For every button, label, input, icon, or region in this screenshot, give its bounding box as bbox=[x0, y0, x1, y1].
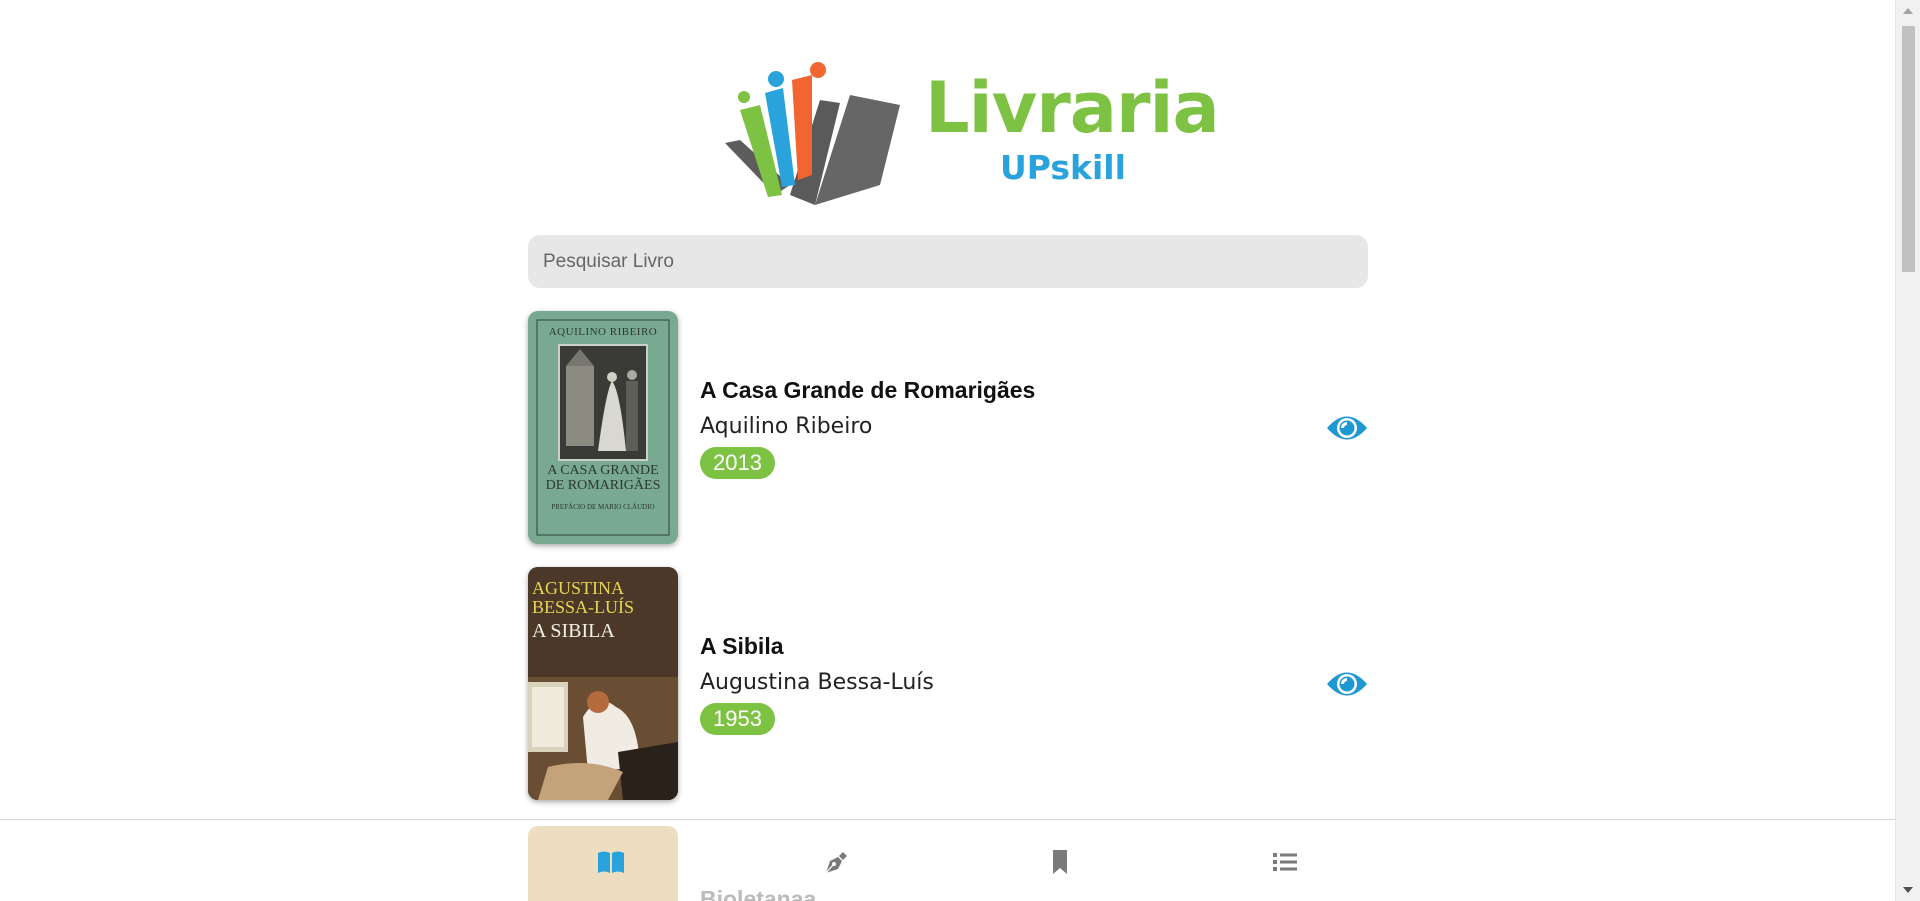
view-details-button[interactable] bbox=[1326, 411, 1368, 445]
nav-books[interactable] bbox=[596, 847, 626, 877]
scroll-up-arrow-icon[interactable] bbox=[1903, 8, 1913, 14]
cover-title-text: A SIBILA bbox=[532, 620, 615, 642]
main-viewport: Livraria UPskill AQUILINO RIBEIRO bbox=[0, 0, 1895, 901]
brand-subtitle: UPskill bbox=[1000, 148, 1126, 187]
logo-people-book-icon bbox=[725, 62, 900, 205]
book-cover-image[interactable]: AQUILINO RIBEIRO A CASA GRANDE DE ROMARI… bbox=[528, 311, 678, 544]
partially-hidden-book-title: Bioletanaa bbox=[700, 886, 817, 901]
pen-nib-icon bbox=[825, 852, 847, 874]
nav-bookmarks[interactable] bbox=[1045, 847, 1075, 877]
book-info: A Casa Grande de Romarigães Aquilino Rib… bbox=[700, 377, 1368, 479]
cover-author-text: AGUSTINA BESSA-LUÍS bbox=[532, 578, 635, 617]
nav-list[interactable] bbox=[1270, 847, 1300, 877]
eye-icon bbox=[1327, 416, 1367, 439]
brand-logo[interactable]: Livraria UPskill bbox=[720, 55, 1220, 210]
book-year-badge: 1953 bbox=[700, 702, 775, 735]
book-title[interactable]: A Sibila bbox=[700, 633, 1368, 660]
search-input[interactable] bbox=[528, 235, 1368, 288]
eye-icon bbox=[1327, 672, 1367, 695]
bottom-nav bbox=[0, 819, 1895, 901]
book-row: AQUILINO RIBEIRO A CASA GRANDE DE ROMARI… bbox=[528, 311, 1368, 544]
book-list: AQUILINO RIBEIRO A CASA GRANDE DE ROMARI… bbox=[528, 311, 1368, 823]
scroll-thumb[interactable] bbox=[1902, 26, 1915, 272]
book-info: A Sibila Augustina Bessa-Luís 1953 bbox=[700, 633, 1368, 735]
bookmark-icon bbox=[1053, 850, 1067, 874]
cover-title-text: A CASA GRANDE DE ROMARIGÃES bbox=[545, 463, 661, 493]
scroll-down-arrow-icon[interactable] bbox=[1903, 887, 1913, 893]
book-cover-image[interactable]: AGUSTINA BESSA-LUÍS A SIBILA bbox=[528, 567, 678, 800]
cover-preface-text: PREFÁCIO DE MARIO CLÁUDIO bbox=[551, 503, 655, 511]
book-author: Aquilino Ribeiro bbox=[700, 413, 873, 439]
book-open-icon bbox=[598, 851, 624, 873]
search-bar bbox=[528, 235, 1368, 288]
view-details-button[interactable] bbox=[1326, 667, 1368, 701]
book-row: AGUSTINA BESSA-LUÍS A SIBILA A Sibila Au… bbox=[528, 567, 1368, 800]
book-author: Augustina Bessa-Luís bbox=[700, 669, 934, 695]
list-icon bbox=[1273, 853, 1297, 871]
book-year-badge: 2013 bbox=[700, 446, 775, 479]
brand-name: Livraria bbox=[925, 67, 1220, 149]
nav-authors[interactable] bbox=[820, 847, 850, 877]
vertical-scrollbar[interactable] bbox=[1895, 0, 1920, 901]
book-title[interactable]: A Casa Grande de Romarigães bbox=[700, 377, 1368, 404]
